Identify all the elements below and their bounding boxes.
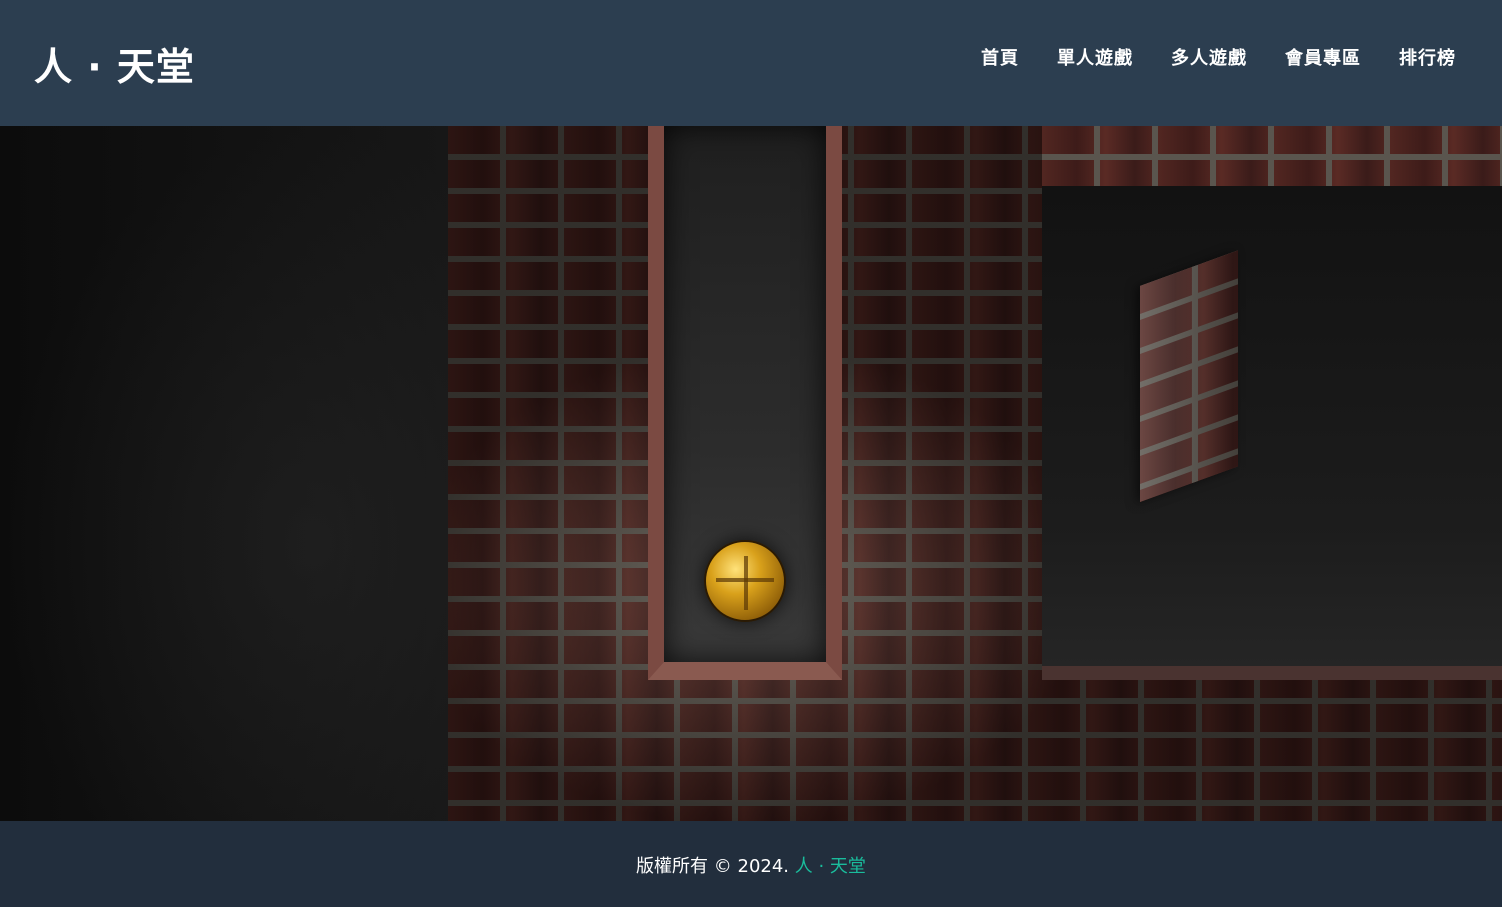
footer-site-link[interactable]: 人 · 天堂 [795,856,866,877]
site-logo[interactable]: 人 · 天堂 [34,36,195,91]
game-canvas[interactable] [0,126,1502,821]
maze-room [1042,186,1502,680]
copyright-text: 版權所有 © 2024. [636,856,790,877]
brick-block [1140,250,1238,502]
brick-wall-top [1042,126,1502,186]
nav-link-single-player[interactable]: 單人遊戲 [1057,44,1133,70]
site-header: 人 · 天堂 首頁 單人遊戲 多人遊戲 會員專區 排行榜 [0,0,1502,126]
nav-link-members[interactable]: 會員專區 [1285,44,1361,70]
floor-dark-area [0,126,448,821]
main-nav: 首頁 單人遊戲 多人遊戲 會員專區 排行榜 [943,44,1456,70]
site-footer: 版權所有 © 2024. 人 · 天堂 [0,821,1502,907]
nav-link-multiplayer[interactable]: 多人遊戲 [1171,44,1247,70]
player-ball[interactable] [704,540,786,622]
nav-link-home[interactable]: 首頁 [981,44,1019,70]
footer-copyright: 版權所有 © 2024. 人 · 天堂 [0,852,1502,878]
nav-link-leaderboard[interactable]: 排行榜 [1399,44,1456,70]
